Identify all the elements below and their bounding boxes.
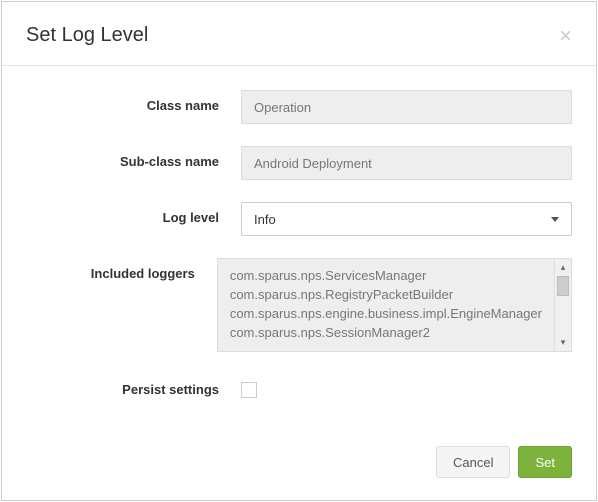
- sub-class-name-field: Android Deployment: [241, 146, 572, 180]
- persist-settings-label: Persist settings: [26, 374, 241, 397]
- scroll-down-icon[interactable]: ▾: [555, 334, 571, 351]
- close-icon[interactable]: ×: [559, 25, 572, 47]
- sub-class-name-label: Sub-class name: [26, 146, 241, 169]
- included-loggers-value: com.sparus.nps.ServicesManagercom.sparus…: [218, 259, 554, 351]
- log-level-select[interactable]: Info: [241, 202, 572, 236]
- sub-class-name-row: Sub-class name Android Deployment: [26, 146, 572, 180]
- persist-settings-checkbox[interactable]: [241, 382, 257, 398]
- scrollbar[interactable]: ▴ ▾: [554, 259, 571, 351]
- set-log-level-dialog: Set Log Level × Class name Operation Sub…: [1, 1, 597, 501]
- chevron-down-icon: [551, 217, 559, 222]
- included-loggers-label: Included loggers: [26, 258, 217, 281]
- scroll-thumb[interactable]: [557, 276, 569, 296]
- dialog-title: Set Log Level: [26, 24, 148, 47]
- log-level-row: Log level Info: [26, 202, 572, 236]
- cancel-button[interactable]: Cancel: [436, 446, 510, 478]
- scroll-up-icon[interactable]: ▴: [555, 259, 571, 276]
- set-button[interactable]: Set: [518, 446, 572, 478]
- dialog-body: Class name Operation Sub-class name Andr…: [2, 66, 596, 428]
- class-name-value: Operation: [254, 100, 311, 115]
- included-loggers-field: com.sparus.nps.ServicesManagercom.sparus…: [217, 258, 572, 352]
- class-name-label: Class name: [26, 90, 241, 113]
- dialog-header: Set Log Level ×: [2, 2, 596, 66]
- included-loggers-row: Included loggers com.sparus.nps.Services…: [26, 258, 572, 352]
- log-level-label: Log level: [26, 202, 241, 225]
- dialog-footer: Cancel Set: [2, 430, 596, 500]
- class-name-field: Operation: [241, 90, 572, 124]
- class-name-row: Class name Operation: [26, 90, 572, 124]
- sub-class-name-value: Android Deployment: [254, 156, 372, 171]
- log-level-value: Info: [254, 212, 276, 227]
- persist-settings-row: Persist settings: [26, 374, 572, 398]
